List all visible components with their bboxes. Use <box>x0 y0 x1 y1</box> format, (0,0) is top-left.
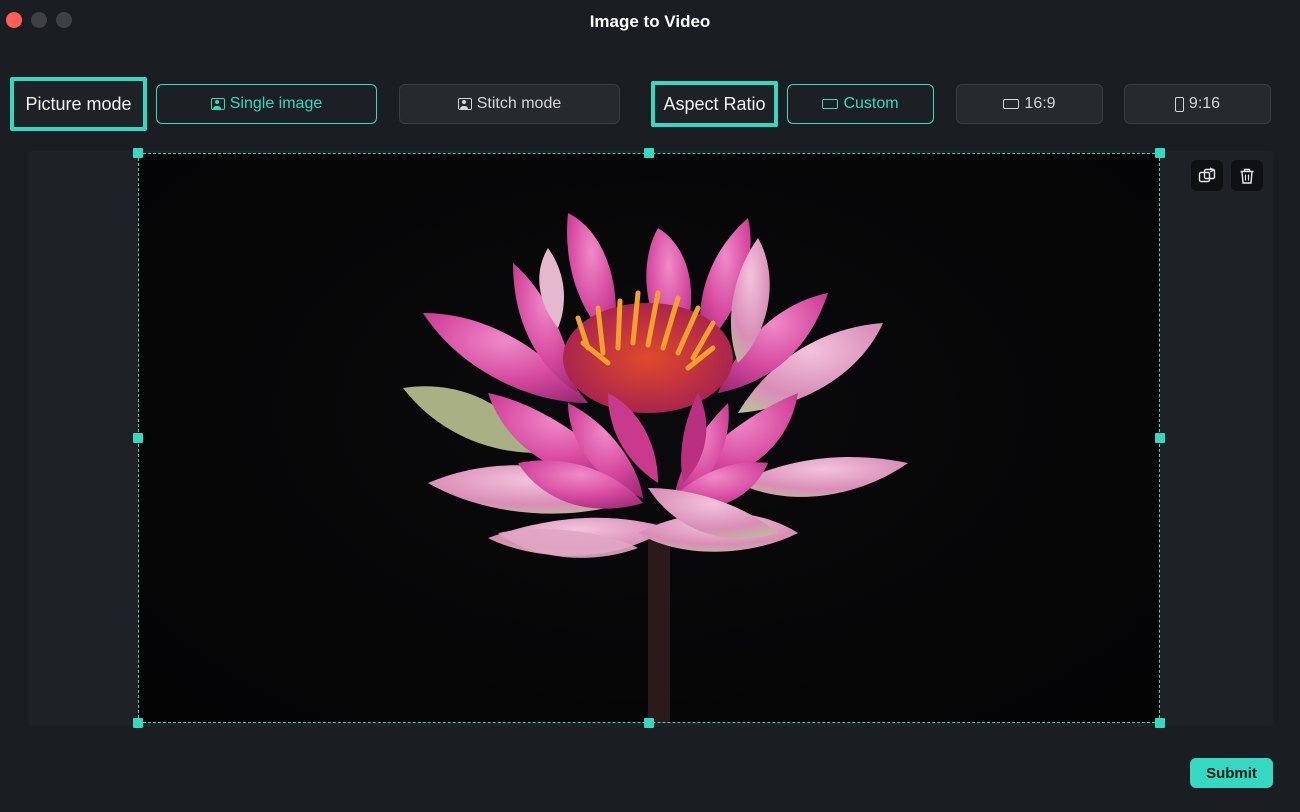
portrait-icon <box>210 98 225 110</box>
window-title: Image to Video <box>589 12 711 31</box>
resize-handle-top-right[interactable] <box>1155 148 1165 158</box>
resize-handle-left[interactable] <box>133 433 143 443</box>
stitch-mode-label: Stitch mode <box>476 95 562 112</box>
custom-ratio-button[interactable]: Custom <box>787 84 934 124</box>
image-to-video-window: Image to Video Picture mode Single image… <box>0 0 1300 812</box>
resize-handle-top[interactable] <box>644 148 654 158</box>
portrait-icon <box>457 98 472 110</box>
ratio-16-9-button[interactable]: 16:9 <box>956 84 1103 124</box>
stitch-mode-button[interactable]: Stitch mode <box>399 84 620 124</box>
trash-icon <box>1240 168 1254 184</box>
resize-handle-bottom-right[interactable] <box>1155 718 1165 728</box>
single-image-button[interactable]: Single image <box>156 84 377 124</box>
ratio-16-9-label: 16:9 <box>1024 95 1056 112</box>
resize-handle-bottom-left[interactable] <box>133 718 143 728</box>
ratio-9-16-button[interactable]: 9:16 <box>1124 84 1271 124</box>
uploaded-image[interactable] <box>138 153 1160 723</box>
resize-handle-top-left[interactable] <box>133 148 143 158</box>
single-image-label: Single image <box>229 95 323 112</box>
submit-button[interactable]: Submit <box>1190 758 1273 788</box>
replace-image-button[interactable] <box>1191 160 1223 191</box>
resize-handle-right[interactable] <box>1155 433 1165 443</box>
wide-rectangle-icon <box>822 99 839 109</box>
aspect-ratio-label: Aspect Ratio <box>651 81 778 127</box>
ratio-9-16-label: 9:16 <box>1188 95 1221 112</box>
portrait-phone-icon <box>1174 96 1184 112</box>
delete-image-button[interactable] <box>1231 160 1263 191</box>
water-lily-image <box>403 213 908 723</box>
picture-mode-label: Picture mode <box>10 77 147 131</box>
landscape-icon <box>1003 99 1020 109</box>
replace-image-icon <box>1198 166 1216 182</box>
resize-handle-bottom[interactable] <box>644 718 654 728</box>
custom-ratio-label: Custom <box>843 95 899 112</box>
